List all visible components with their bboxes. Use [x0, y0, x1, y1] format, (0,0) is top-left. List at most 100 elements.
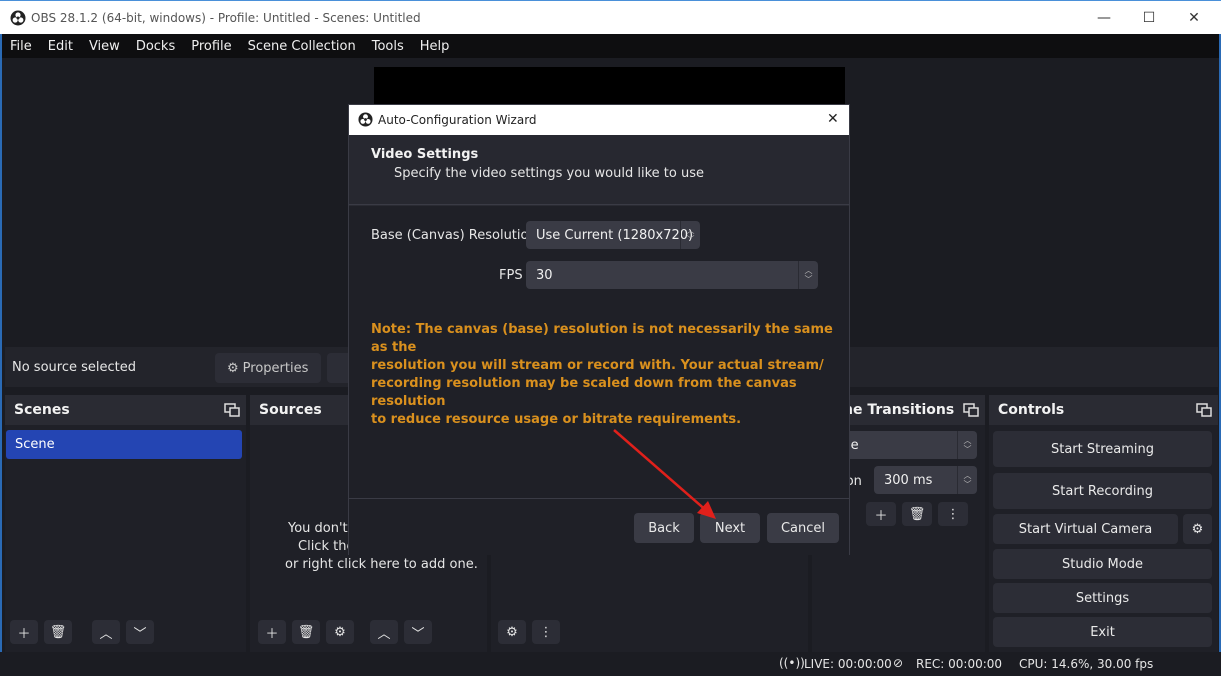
dialog-subheading: Specify the video settings you would lik… [394, 166, 704, 181]
start-recording-button[interactable]: Start Recording [993, 473, 1212, 509]
plus-icon: ＋ [265, 626, 279, 642]
undock-icon[interactable] [224, 403, 240, 417]
duration-value: 300 ms [884, 472, 933, 488]
dialog-title: Auto-Configuration Wizard [378, 113, 537, 127]
menu-profile[interactable]: Profile [183, 39, 239, 54]
transitions-title: ne Transitions [843, 402, 955, 418]
transition-type-select[interactable]: le ︿ ﹀ [837, 431, 977, 459]
dialog-footer: Back Next Cancel [349, 498, 849, 555]
resolution-select[interactable]: Use Current (1280x720) ︿ ﹀ [526, 221, 700, 249]
more-vertical-icon: ⋮ [539, 624, 553, 640]
window-title: OBS 28.1.2 (64-bit, windows) - Profile: … [31, 11, 421, 25]
source-properties-button[interactable]: ⚙ [326, 620, 354, 644]
dialog-heading: Video Settings [371, 147, 479, 162]
chevron-up-icon: ︿ [377, 626, 391, 642]
plus-icon: ＋ [17, 626, 31, 642]
chevron-down-icon: ﹀ [411, 626, 425, 642]
menu-tools[interactable]: Tools [364, 39, 412, 54]
sources-empty-line3: or right click here to add one. [285, 557, 478, 572]
fps-select[interactable]: 30 ︿ ﹀ [526, 261, 818, 289]
transitions-toolbar: ＋ 🗑 ⋮ [866, 502, 968, 526]
menu-view[interactable]: View [81, 39, 128, 54]
properties-label: Properties [242, 360, 309, 376]
record-icon: ⊘ [893, 656, 904, 670]
note-line: resolution you will stream or record wit… [371, 358, 824, 373]
undock-icon[interactable] [963, 403, 979, 417]
sources-title: Sources [259, 402, 322, 418]
start-streaming-button[interactable]: Start Streaming [993, 431, 1212, 467]
cancel-button[interactable]: Cancel [767, 513, 839, 543]
note-line: recording resolution may be scaled down … [371, 376, 797, 409]
note-line: Note: The canvas (base) resolution is no… [371, 322, 833, 355]
menu-edit[interactable]: Edit [40, 39, 81, 54]
sources-empty-line1: You don't [288, 521, 348, 536]
controls-header: Controls [989, 395, 1218, 425]
scenes-toolbar: ＋ 🗑 ︿ ﹀ [10, 620, 154, 644]
remove-scene-button[interactable]: 🗑 [44, 620, 72, 644]
remove-source-button[interactable]: 🗑 [292, 620, 320, 644]
properties-button[interactable]: ⚙ Properties [215, 353, 321, 383]
gear-icon: ⚙ [1191, 521, 1204, 537]
next-button[interactable]: Next [700, 513, 760, 543]
status-bar: ((•)) LIVE: 00:00:00 ⊘ REC: 00:00:00 CPU… [0, 652, 1221, 676]
select-arrows-icon: ︿ ﹀ [798, 261, 818, 289]
minimize-button[interactable]: — [1081, 1, 1127, 35]
back-button[interactable]: Back [634, 513, 694, 543]
no-source-label: No source selected [12, 360, 136, 375]
start-virtual-camera-button[interactable]: Start Virtual Camera [993, 514, 1178, 544]
chevron-up-icon: ︿ [99, 626, 113, 642]
add-transition-button[interactable]: ＋ [866, 502, 896, 526]
menu-help[interactable]: Help [412, 39, 458, 54]
trash-icon: 🗑 [908, 506, 926, 522]
settings-button[interactable]: Settings [993, 583, 1212, 613]
scenes-title: Scenes [14, 402, 70, 418]
window-titlebar: OBS 28.1.2 (64-bit, windows) - Profile: … [0, 0, 1221, 34]
remove-transition-button[interactable]: 🗑 [902, 502, 932, 526]
virtual-camera-settings-button[interactable]: ⚙ [1183, 514, 1212, 544]
fps-value: 30 [536, 267, 553, 283]
advanced-audio-button[interactable]: ⚙ [498, 620, 526, 644]
move-source-up-button[interactable]: ︿ [370, 620, 398, 644]
network-icon: ((•)) [779, 656, 805, 670]
add-source-button[interactable]: ＋ [258, 620, 286, 644]
studio-mode-button[interactable]: Studio Mode [993, 549, 1212, 579]
controls-title: Controls [998, 402, 1065, 418]
mixer-toolbar: ⚙ ⋮ [498, 620, 560, 644]
add-scene-button[interactable]: ＋ [10, 620, 38, 644]
maximize-button[interactable]: ☐ [1126, 1, 1172, 35]
trash-icon: 🗑 [297, 624, 315, 640]
rec-status: REC: 00:00:00 [916, 657, 1003, 671]
sources-empty-line2: Click the [298, 539, 355, 554]
spin-arrows-icon: ︿ ﹀ [957, 466, 977, 494]
dialog-close-button[interactable]: ✕ [827, 111, 839, 127]
auto-config-wizard-dialog: Auto-Configuration Wizard ✕ Video Settin… [348, 104, 850, 555]
chevron-down-icon: ﹀ [133, 626, 147, 642]
menu-file[interactable]: File [2, 39, 40, 54]
close-window-button[interactable]: ✕ [1171, 1, 1217, 35]
obs-logo-icon [10, 10, 26, 26]
scenes-dock: Scenes Scene ＋ 🗑 ︿ ﹀ [5, 395, 246, 652]
mixer-menu-button[interactable]: ⋮ [532, 620, 560, 644]
menu-bar: File Edit View Docks Profile Scene Colle… [0, 34, 1221, 58]
duration-spinbox[interactable]: 300 ms ︿ ﹀ [874, 466, 977, 494]
menu-docks[interactable]: Docks [128, 39, 183, 54]
exit-button[interactable]: Exit [993, 617, 1212, 647]
move-scene-down-button[interactable]: ﹀ [126, 620, 154, 644]
resolution-label: Base (Canvas) Resolution [371, 228, 537, 243]
scene-list-item[interactable]: Scene [6, 430, 242, 459]
undock-icon[interactable] [1196, 403, 1212, 417]
more-vertical-icon: ⋮ [946, 506, 960, 522]
note-line: to reduce resource usage or bitrate requ… [371, 412, 742, 427]
canvas-note: Note: The canvas (base) resolution is no… [371, 321, 841, 429]
cpu-status: CPU: 14.6%, 30.00 fps [1019, 657, 1154, 671]
select-arrows-icon: ︿ ﹀ [680, 221, 700, 249]
sources-toolbar: ＋ 🗑 ⚙ ︿ ﹀ [258, 620, 432, 644]
move-scene-up-button[interactable]: ︿ [92, 620, 120, 644]
fps-label: FPS [499, 268, 523, 283]
transition-menu-button[interactable]: ⋮ [938, 502, 968, 526]
resolution-value: Use Current (1280x720) [536, 227, 694, 243]
move-source-down-button[interactable]: ﹀ [404, 620, 432, 644]
trash-icon: 🗑 [49, 624, 67, 640]
menu-scene-collection[interactable]: Scene Collection [240, 39, 364, 54]
plus-icon: ＋ [874, 508, 888, 524]
